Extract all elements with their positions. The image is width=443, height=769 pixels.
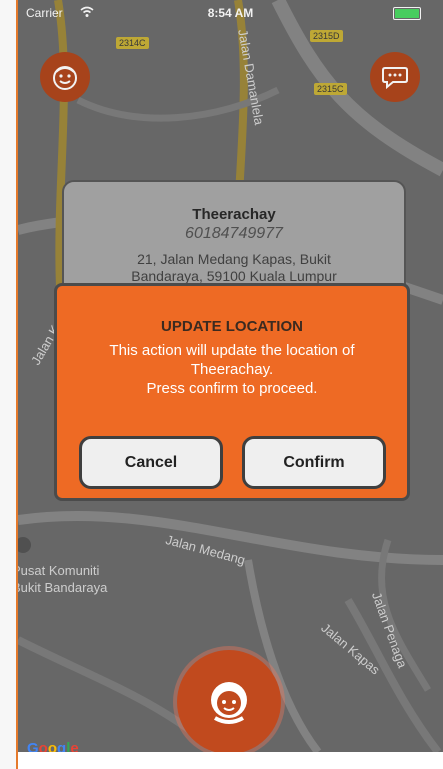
driver-avatar-button[interactable] — [177, 650, 281, 752]
window-edge — [0, 0, 18, 769]
confirm-button[interactable]: Confirm — [242, 436, 386, 489]
dialog-message-line: Theerachay. — [190, 361, 274, 378]
cancel-button[interactable]: Cancel — [79, 436, 223, 489]
phone-screen: Jalan Damanlela Jalan Medang Pusat Komun… — [18, 0, 443, 752]
app-frame: Jalan Damanlela Jalan Medang Pusat Komun… — [0, 0, 443, 769]
dialog-message-line: This action will update the location of — [109, 342, 355, 359]
google-attribution: Google — [27, 740, 79, 752]
update-location-dialog: UPDATE LOCATION This action will update … — [54, 283, 410, 501]
dialog-message-line: Press confirm to proceed. — [146, 380, 318, 397]
user-avatar-icon — [211, 682, 247, 724]
dialog-message: This action will update the location of … — [57, 341, 407, 398]
dialog-title: UPDATE LOCATION — [161, 318, 303, 335]
